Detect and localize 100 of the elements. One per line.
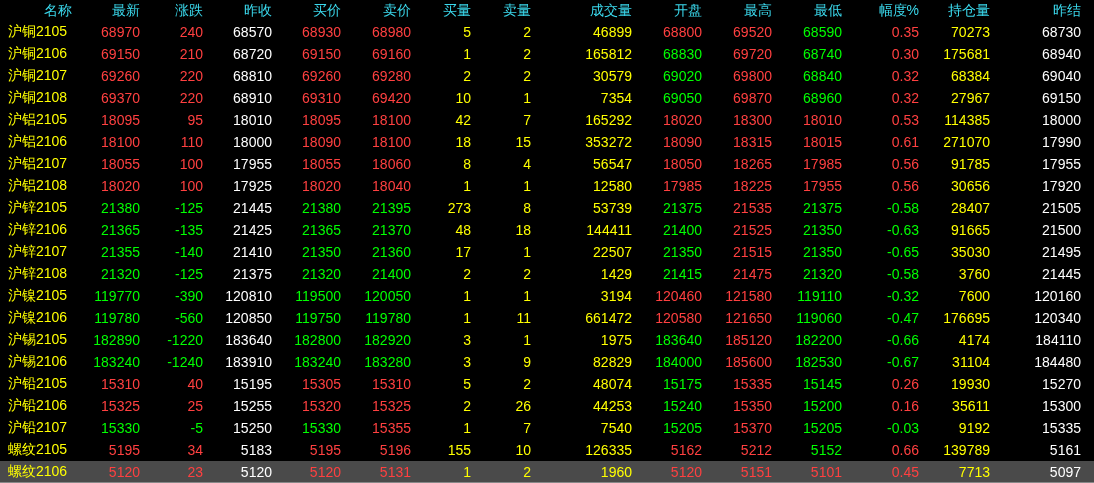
table-cell: 17 <box>455 244 471 260</box>
table-cell: 1 <box>463 310 471 326</box>
table-row[interactable]: 沪锌2106 21365 -135 21425 21365 21370 48 18 144411 21400 21525 21350 -0.63 91665 21500 <box>0 219 1094 241</box>
column-header[interactable]: 名称 <box>44 1 72 20</box>
column-header[interactable]: 持仓量 <box>948 1 990 20</box>
table-cell: -0.47 <box>887 310 919 326</box>
table-cell: 2 <box>463 266 471 282</box>
column-header[interactable]: 买价 <box>313 1 341 20</box>
column-header[interactable]: 卖量 <box>503 1 531 20</box>
table-cell: 100 <box>179 156 203 172</box>
table-row[interactable]: 沪锌2107 21355 -140 21410 21350 21360 17 1 22507 21350 21515 21350 -0.65 35030 21495 <box>0 241 1094 263</box>
table-row[interactable]: 沪铜2107 69260 220 68810 69260 69280 2 2 30579 69020 69800 68840 0.32 68384 69040 <box>0 65 1094 87</box>
column-header[interactable]: 买量 <box>443 1 471 20</box>
table-cell: 68740 <box>803 46 842 62</box>
table-cell: 48 <box>455 222 471 238</box>
table-cell: 165812 <box>585 46 632 62</box>
table-cell: 18040 <box>372 178 411 194</box>
table-cell: 69020 <box>663 68 702 84</box>
table-cell: 184480 <box>1034 354 1081 370</box>
column-header[interactable]: 最低 <box>814 1 842 20</box>
column-header[interactable]: 昨结 <box>1053 1 1081 20</box>
table-cell: 17985 <box>803 156 842 172</box>
table-row[interactable]: 沪铝2105 18095 95 18010 18095 18100 42 7 165292 18020 18300 18010 0.53 114385 18000 <box>0 109 1094 131</box>
column-header[interactable]: 最新 <box>112 1 140 20</box>
table-cell: 21370 <box>372 222 411 238</box>
table-cell: 5183 <box>240 442 272 458</box>
table-cell: 10 <box>515 442 531 458</box>
table-row[interactable]: 螺纹2105 5195 34 5183 5195 5196 155 10 126335 5162 5212 5152 0.66 139789 5161 <box>0 439 1094 461</box>
table-cell: 18 <box>455 134 471 150</box>
table-cell: 21350 <box>803 222 842 238</box>
contract-name: 沪锌2107 <box>7 243 68 261</box>
table-cell: 69280 <box>372 68 411 84</box>
table-cell: 100 <box>179 178 203 194</box>
table-cell: 15205 <box>803 420 842 436</box>
table-cell: 1960 <box>600 463 632 480</box>
table-cell: 21350 <box>302 244 341 260</box>
table-cell: 69720 <box>733 46 772 62</box>
table-row[interactable]: 沪铅2105 15310 40 15195 15305 15310 5 2 48074 15175 15335 15145 0.26 19930 15270 <box>0 373 1094 395</box>
table-row[interactable]: 沪镍2105 119770 -390 120810 119500 120050 1 1 3194 120460 121580 119110 -0.32 7600 120160 <box>0 285 1094 307</box>
table-cell: 69520 <box>733 24 772 40</box>
table-cell: 68910 <box>233 90 272 106</box>
table-row[interactable]: 沪铅2106 15325 25 15255 15320 15325 2 26 44253 15240 15350 15200 0.16 35611 15300 <box>0 395 1094 417</box>
table-cell: 15310 <box>372 376 411 392</box>
table-row[interactable]: 沪铜2108 69370 220 68910 69310 69420 10 1 7354 69050 69870 68960 0.32 27967 69150 <box>0 87 1094 109</box>
table-cell: 182890 <box>93 332 140 348</box>
table-row[interactable]: 沪镍2106 119780 -560 120850 119750 119780 1 11 661472 120580 121650 119060 -0.47 176695 120340 <box>0 307 1094 329</box>
table-cell: 5152 <box>810 442 842 458</box>
table-cell: 5 <box>463 376 471 392</box>
table-cell: 0.32 <box>891 68 919 84</box>
table-cell: 240 <box>179 24 203 40</box>
table-row[interactable]: 沪铝2107 18055 100 17955 18055 18060 8 4 56547 18050 18265 17985 0.56 91785 17955 <box>0 153 1094 175</box>
table-row[interactable]: 沪锌2108 21320 -125 21375 21320 21400 2 2 1429 21415 21475 21320 -0.58 3760 21445 <box>0 263 1094 285</box>
table-cell: 21395 <box>372 200 411 216</box>
table-cell: 165292 <box>585 112 632 128</box>
table-cell: 21410 <box>233 244 272 260</box>
contract-name: 沪镍2106 <box>7 309 68 327</box>
table-cell: 7 <box>523 420 531 436</box>
table-row[interactable]: 沪铜2106 69150 210 68720 69150 69160 1 2 165812 68830 69720 68740 0.30 175681 68940 <box>0 43 1094 65</box>
table-cell: 119500 <box>295 288 341 304</box>
column-header[interactable]: 卖价 <box>383 1 411 20</box>
table-row[interactable]: 沪铜2105 68970 240 68570 68930 68980 5 2 46899 68800 69520 68590 0.35 70273 68730 <box>0 21 1094 43</box>
table-cell: 18100 <box>101 134 140 150</box>
column-header[interactable]: 最高 <box>744 1 772 20</box>
contract-name: 沪铜2106 <box>7 45 68 63</box>
table-cell: 44253 <box>593 398 632 414</box>
table-cell: 184110 <box>1035 332 1081 348</box>
table-cell: 183240 <box>294 354 341 370</box>
table-row[interactable]: 沪锌2105 21380 -125 21445 21380 21395 273 8 53739 21375 21535 21375 -0.58 28407 21505 <box>0 197 1094 219</box>
table-cell: 15270 <box>1042 376 1081 392</box>
table-cell: 119060 <box>796 310 842 326</box>
table-cell: -0.67 <box>887 354 919 370</box>
table-row[interactable]: 沪铅2107 15330 -5 15250 15330 15355 1 7 7540 15205 15370 15205 -0.03 9192 15335 <box>0 417 1094 439</box>
contract-name: 沪铜2108 <box>7 89 68 107</box>
contract-name: 沪铅2107 <box>7 419 68 437</box>
contract-name: 沪铜2107 <box>7 67 68 85</box>
table-cell: 15355 <box>372 420 411 436</box>
table-cell: 19930 <box>951 376 990 392</box>
table-cell: -560 <box>174 310 203 326</box>
table-cell: 15200 <box>803 398 842 414</box>
table-cell: 21400 <box>372 266 411 282</box>
table-row[interactable]: 沪锡2106 183240 -1240 183910 183240 183280 3 9 82829 184000 185600 182530 -0.67 31104 184480 <box>0 351 1094 373</box>
contract-name: 沪镍2105 <box>7 287 68 305</box>
column-header[interactable]: 开盘 <box>674 1 702 20</box>
table-row[interactable]: 沪铝2106 18100 110 18000 18090 18100 18 15 353272 18090 18315 18015 0.61 271070 17990 <box>0 131 1094 153</box>
table-cell: 21525 <box>733 222 772 238</box>
table-cell: 68980 <box>372 24 411 40</box>
column-header[interactable]: 成交量 <box>590 1 632 20</box>
column-header[interactable]: 幅度% <box>878 1 919 20</box>
table-row[interactable]: 沪锡2105 182890 -1220 183640 182800 182920 3 1 1975 183640 185120 182200 -0.66 4174 184110 <box>0 329 1094 351</box>
contract-name: 沪铅2105 <box>7 375 68 393</box>
column-header[interactable]: 昨收 <box>244 1 272 20</box>
table-cell: 120460 <box>655 288 702 304</box>
column-header[interactable]: 涨跌 <box>175 1 203 20</box>
selected-row[interactable]: 螺纹2106 5120 23 5120 5120 5131 1 2 1960 5120 5151 5101 0.45 7713 5097 <box>0 461 1094 483</box>
table-cell: 175681 <box>943 46 990 62</box>
table-cell: 26 <box>515 398 531 414</box>
table-cell: 70273 <box>951 24 990 40</box>
table-cell: 0.45 <box>891 463 919 480</box>
table-cell: 220 <box>179 90 203 106</box>
table-row[interactable]: 沪铝2108 18020 100 17925 18020 18040 1 1 12580 17985 18225 17955 0.56 30656 17920 <box>0 175 1094 197</box>
